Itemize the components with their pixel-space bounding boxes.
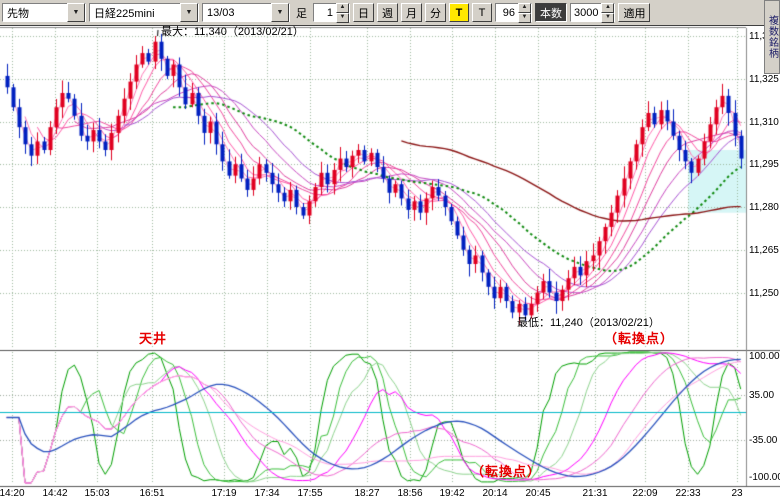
tick-button-selected[interactable]: T xyxy=(449,3,469,22)
spin-down-icon[interactable]: ▼ xyxy=(336,13,349,23)
instrument-value: 日経225mini xyxy=(90,5,180,21)
oscillator-axis-label: 100.00 xyxy=(749,351,780,362)
turning-point-bottom-annotation: （転換点） xyxy=(471,461,541,480)
time-axis-label: 22:33 xyxy=(675,488,700,499)
period-week-button[interactable]: 週 xyxy=(377,3,398,22)
dropdown-arrow-icon[interactable]: ▼ xyxy=(67,3,85,22)
instrument-select[interactable]: 日経225mini ▼ xyxy=(89,3,199,22)
time-axis-label: 14:20 xyxy=(0,488,25,499)
apply-button[interactable]: 適用 xyxy=(618,3,650,22)
time-axis-label: 18:56 xyxy=(397,488,422,499)
toolbar: 先物 ▼ 日経225mini ▼ 13/03 ▼ 足 1 ▲ ▼ 日 週 月 分… xyxy=(0,0,780,26)
time-axis-label: 15:03 xyxy=(84,488,109,499)
instrument-type-select[interactable]: 先物 ▼ xyxy=(2,3,86,22)
count-value: 3000 xyxy=(571,7,601,19)
bars-spinner[interactable]: 96 ▲ ▼ xyxy=(495,3,532,22)
contract-month-value: 13/03 xyxy=(203,7,271,19)
chart-application: 先物 ▼ 日経225mini ▼ 13/03 ▼ 足 1 ▲ ▼ 日 週 月 分… xyxy=(0,0,780,500)
price-axis-label: 11,310 xyxy=(749,117,779,128)
ceiling-annotation: 天井 xyxy=(139,328,167,347)
dropdown-arrow-icon[interactable]: ▼ xyxy=(180,3,198,22)
time-axis-label: 22:09 xyxy=(632,488,657,499)
instrument-type-value: 先物 xyxy=(3,5,67,21)
time-axis-label: 23 xyxy=(731,488,742,499)
contract-month-select[interactable]: 13/03 ▼ xyxy=(202,3,290,22)
time-axis-label: 14:42 xyxy=(42,488,67,499)
chart-overlay: 最大：11,340（2013/02/21） 最低：11,240（2013/02/… xyxy=(0,0,780,500)
tick-button[interactable]: T xyxy=(472,3,492,22)
price-axis-label: 11,325 xyxy=(749,74,779,85)
timeframe-label: 足 xyxy=(293,5,310,21)
time-axis-label: 17:19 xyxy=(211,488,236,499)
count-spinner[interactable]: 3000 ▲ ▼ xyxy=(570,3,615,22)
time-axis-label: 19:42 xyxy=(439,488,464,499)
spin-down-icon[interactable]: ▼ xyxy=(601,13,614,23)
turning-point-right-annotation: （転換点） xyxy=(604,328,674,347)
bars-value: 96 xyxy=(496,7,518,19)
price-axis-label: 11,295 xyxy=(749,159,779,170)
oscillator-axis-label: 35.00 xyxy=(749,390,774,401)
time-axis-label: 16:51 xyxy=(139,488,164,499)
period-day-button[interactable]: 日 xyxy=(353,3,374,22)
time-axis-label: 20:45 xyxy=(525,488,550,499)
period-month-button[interactable]: 月 xyxy=(401,3,422,22)
timeframe-value: 1 xyxy=(314,7,336,19)
oscillator-axis-label: -35.00 xyxy=(749,435,777,446)
time-axis-label: 17:55 xyxy=(297,488,322,499)
timeframe-spinner[interactable]: 1 ▲ ▼ xyxy=(313,3,350,22)
oscillator-axis-label: -100.00 xyxy=(749,472,780,483)
spin-up-icon[interactable]: ▲ xyxy=(601,3,614,13)
time-axis-label: 17:34 xyxy=(254,488,279,499)
price-axis-label: 11,265 xyxy=(749,245,779,256)
dropdown-arrow-icon[interactable]: ▼ xyxy=(271,3,289,22)
bars-count-button[interactable]: 本数 xyxy=(535,3,567,22)
spin-up-icon[interactable]: ▲ xyxy=(336,3,349,13)
period-minute-button[interactable]: 分 xyxy=(425,3,446,22)
time-axis-label: 21:31 xyxy=(582,488,607,499)
price-axis-label: 11,280 xyxy=(749,202,779,213)
time-axis-label: 18:27 xyxy=(354,488,379,499)
price-axis-label: 11,250 xyxy=(749,288,779,299)
multi-symbol-tab[interactable]: 複数銘柄 xyxy=(764,0,780,74)
spin-down-icon[interactable]: ▼ xyxy=(518,13,531,23)
time-axis-label: 20:14 xyxy=(482,488,507,499)
spin-up-icon[interactable]: ▲ xyxy=(518,3,531,13)
